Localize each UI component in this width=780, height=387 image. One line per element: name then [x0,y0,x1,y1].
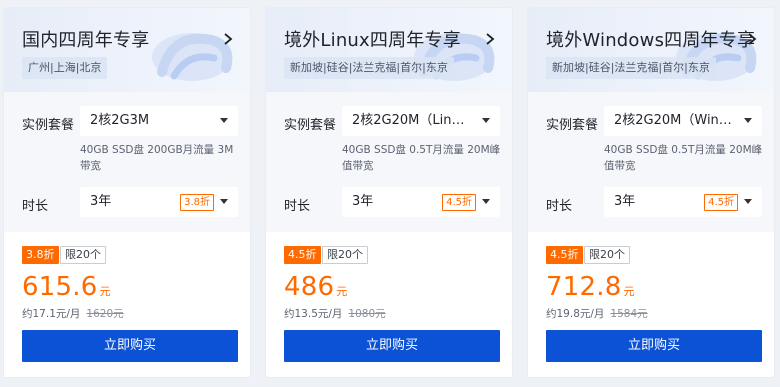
config-section: 实例套餐 2核2G20M（Windo... 40GB SSD盘 0.5T月流量 … [528,92,774,232]
spec-select[interactable]: 2核2G3M [80,106,238,136]
card-title: 境外Windows四周年专享 [546,30,756,51]
caret-down-icon [220,118,228,123]
product-card-overseas-windows: 境外Windows四周年专享 新加坡|硅谷|法兰克福|首尔|东京 实例套餐 2核… [528,8,774,377]
original-price: 1620元 [86,308,124,320]
card-title: 境外Linux四周年专享 [284,30,461,51]
price-section: 4.5折 限20个 486 元 约13.5元/月 1080元 立即购买 [266,232,512,377]
card-header: 境外Windows四周年专享 新加坡|硅谷|法兰克福|首尔|东京 [528,8,774,92]
spec-label: 实例套餐 [284,118,337,133]
monthly-value: 约13.5元/月 [284,308,343,320]
monthly-value: 约17.1元/月 [22,308,81,320]
config-section: 实例套餐 2核2G20M（Linux） 40GB SSD盘 0.5T月流量 20… [266,92,512,232]
spec-select[interactable]: 2核2G20M（Windo... [604,106,762,136]
spec-label: 实例套餐 [22,118,75,133]
duration-discount-badge: 4.5折 [442,194,476,211]
limit-badge: 限20个 [322,246,368,264]
duration-label: 时长 [284,199,311,214]
spec-value: 2核2G20M（Windo... [614,113,734,128]
chevron-right-icon[interactable] [746,32,758,46]
cloud-illustration-icon [414,33,495,81]
caret-down-icon [482,118,490,123]
spec-value: 2核2G3M [90,113,150,128]
cloud-illustration-icon [152,33,233,81]
original-price: 1584元 [610,308,648,320]
duration-discount-badge: 3.8折 [180,194,214,211]
duration-select[interactable]: 3年 3.8折 [80,187,238,217]
discount-badge: 4.5折 [284,246,321,264]
original-price: 1080元 [348,308,386,320]
duration-value: 3年 [352,194,374,209]
buy-button[interactable]: 立即购买 [546,330,762,362]
price-unit: 元 [623,285,635,298]
caret-down-icon [220,199,228,204]
limit-badge: 限20个 [584,246,630,264]
monthly-value: 约19.8元/月 [546,308,605,320]
caret-down-icon [744,118,752,123]
product-card-overseas-linux: 境外Linux四周年专享 新加坡|硅谷|法兰克福|首尔|东京 实例套餐 2核2G… [266,8,512,377]
spec-label: 实例套餐 [546,118,599,133]
price: 486 元 [284,272,347,302]
price-unit: 元 [336,285,348,298]
region-tag: 新加坡|硅谷|法兰克福|首尔|东京 [546,57,716,79]
spec-note: 40GB SSD盘 0.5T月流量 20M峰值带宽 [604,144,763,172]
duration-label: 时长 [22,199,49,214]
price-value: 712.8 [546,272,622,302]
price-section: 3.8折 限20个 615.6 元 约17.1元/月 1620元 立即购买 [4,232,250,377]
config-section: 实例套餐 2核2G3M 40GB SSD盘 200GB月流量 3M带宽 时长 3… [4,92,250,232]
duration-value: 3年 [614,194,636,209]
monthly-price: 约19.8元/月 1584元 [546,306,648,321]
price-section: 4.5折 限20个 712.8 元 约19.8元/月 1584元 立即购买 [528,232,774,377]
spec-select[interactable]: 2核2G20M（Linux） [342,106,500,136]
price: 712.8 元 [546,272,635,302]
spec-note: 40GB SSD盘 0.5T月流量 20M峰值带宽 [342,144,501,172]
duration-select[interactable]: 3年 4.5折 [604,187,762,217]
spec-note: 40GB SSD盘 200GB月流量 3M带宽 [80,144,234,172]
cloud-illustration-icon [676,33,757,81]
spec-value: 2核2G20M（Linux） [352,113,472,128]
duration-discount-badge: 4.5折 [704,194,738,211]
price-value: 486 [284,272,335,302]
monthly-price: 约13.5元/月 1080元 [284,306,386,321]
price-value: 615.6 [22,272,98,302]
limit-badge: 限20个 [60,246,106,264]
product-card-domestic: 国内四周年专享 广州|上海|北京 实例套餐 2核2G3M 40GB SSD盘 2… [4,8,250,377]
duration-select[interactable]: 3年 4.5折 [342,187,500,217]
buy-button[interactable]: 立即购买 [284,330,500,362]
discount-badge: 4.5折 [546,246,583,264]
card-title: 国内四周年专享 [22,30,150,51]
price-unit: 元 [99,285,111,298]
region-tag: 新加坡|硅谷|法兰克福|首尔|东京 [284,57,454,79]
duration-value: 3年 [90,194,112,209]
card-header: 国内四周年专享 广州|上海|北京 [4,8,250,92]
price: 615.6 元 [22,272,111,302]
card-header: 境外Linux四周年专享 新加坡|硅谷|法兰克福|首尔|东京 [266,8,512,92]
caret-down-icon [482,199,490,204]
caret-down-icon [744,199,752,204]
duration-label: 时长 [546,199,573,214]
monthly-price: 约17.1元/月 1620元 [22,306,124,321]
region-tag: 广州|上海|北京 [22,57,108,79]
chevron-right-icon[interactable] [484,32,496,46]
discount-badge: 3.8折 [22,246,59,264]
buy-button[interactable]: 立即购买 [22,330,238,362]
chevron-right-icon[interactable] [222,32,234,46]
